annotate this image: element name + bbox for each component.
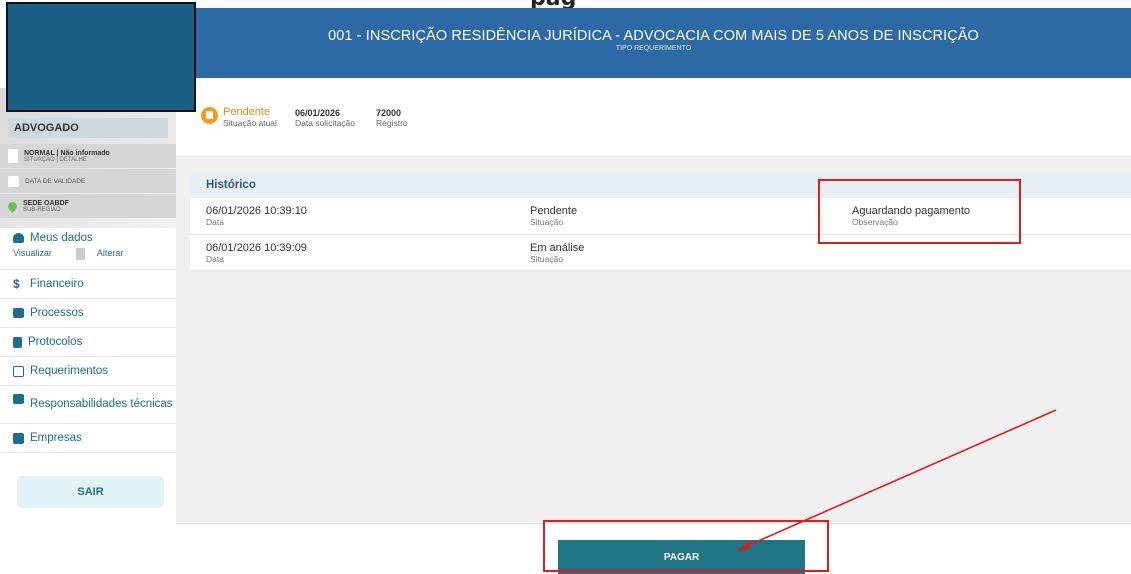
dollar-icon: $ <box>13 277 20 291</box>
record-number-value: 72000 <box>376 108 402 118</box>
current-status-value: Pendente <box>223 106 271 118</box>
sidebar-item-processos[interactable]: Processos <box>0 299 176 328</box>
sidebar-item-financeiro[interactable]: $ Financeiro <box>0 270 176 299</box>
building-icon <box>13 432 24 444</box>
history-date: 06/01/2026 10:39:10 <box>206 205 307 217</box>
office-value: SEDE OABDF <box>23 199 69 207</box>
sidebar-item-label: Protocolos <box>28 336 83 348</box>
view-link[interactable]: Visualizar <box>13 248 60 260</box>
status-icon <box>8 149 18 163</box>
form-icon <box>13 365 24 377</box>
folder-icon <box>13 308 24 318</box>
redacted-logo-block <box>6 2 196 112</box>
record-number-label: Registro <box>376 118 408 128</box>
sidebar-item-meus-dados: Meus dados Visualizar Alterar <box>0 230 176 270</box>
user-icon <box>13 233 24 243</box>
request-date-label: Data solicitação <box>295 118 356 128</box>
calendar-icon <box>8 175 19 187</box>
sidebar-item-label: Processos <box>30 307 84 319</box>
sidebar-item-protocolos[interactable]: Protocolos <box>0 328 176 357</box>
history-date: 06/01/2026 10:39:09 <box>206 242 307 254</box>
request-date: 06/01/2026 Data solicitação <box>295 106 355 128</box>
edit-link[interactable]: Alterar <box>97 248 132 260</box>
history-status-label: Situação <box>530 217 564 227</box>
status-detail-value: NORMAL | Não informado <box>24 149 110 157</box>
status-info-row: NORMAL | Não informado SITUAÇÃO | DETALHE <box>0 144 176 168</box>
lock-icon <box>201 107 218 124</box>
history-status: Em análise <box>530 242 585 254</box>
status-detail-label: SITUAÇÃO | DETALHE <box>24 156 87 163</box>
profile-role: ADVOGADO <box>8 118 168 138</box>
office-row: SEDE OABDF SUB-REGIÃO <box>0 194 176 218</box>
sidebar-item-requerimentos[interactable]: Requerimentos <box>0 357 176 386</box>
history-status-label: Situação <box>530 254 564 264</box>
annotation-box-pay <box>543 520 829 572</box>
sidebar-item-empresas[interactable]: Empresas <box>0 424 176 453</box>
history-status: Pendente <box>530 205 578 217</box>
sidebar-item-responsabilidades[interactable]: Responsabilidades técnicas <box>0 386 176 424</box>
validity-row: DATA DE VALIDADE <box>0 169 176 193</box>
page-title: 001 - INSCRIÇÃO RESIDÊNCIA JURÍDICA - AD… <box>328 28 979 44</box>
annotation-box-note <box>818 179 1021 244</box>
history-date-label: Data <box>206 217 224 227</box>
record-number: 72000 Registro <box>376 106 408 128</box>
request-summary: Pendente Situação atual 06/01/2026 Data … <box>176 78 1131 157</box>
office-label: SUB-REGIÃO <box>23 206 61 213</box>
sidebar-menu: Meus dados Visualizar Alterar $ Financei… <box>0 230 176 453</box>
history-date-label: Data <box>206 254 224 264</box>
map-pin-icon <box>6 199 19 213</box>
sidebar-item-label: Meus dados <box>30 232 93 244</box>
divider <box>75 248 85 260</box>
page-subtitle: TIPO REQUERIMENTO <box>615 45 692 52</box>
sidebar-item-label: Empresas <box>30 432 82 444</box>
sidebar-item-label: Financeiro <box>30 278 84 290</box>
validity-label: DATA DE VALIDADE <box>25 177 86 185</box>
page-header: 001 - INSCRIÇÃO RESIDÊNCIA JURÍDICA - AD… <box>176 8 1131 78</box>
request-date-value: 06/01/2026 <box>295 108 341 118</box>
current-status: Pendente Situação atual <box>223 106 277 128</box>
hand-icon <box>13 394 24 404</box>
sidebar-item-label: Responsabilidades técnicas <box>30 398 173 410</box>
logout-button[interactable]: SAIR <box>17 476 164 508</box>
sidebar-item-label: Requerimentos <box>30 365 108 377</box>
document-icon <box>13 336 22 348</box>
current-status-label: Situação atual <box>223 118 277 128</box>
